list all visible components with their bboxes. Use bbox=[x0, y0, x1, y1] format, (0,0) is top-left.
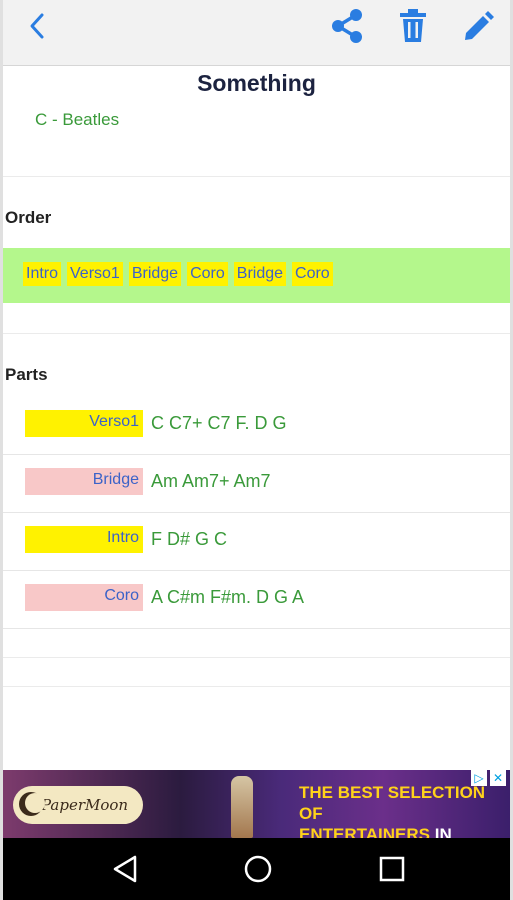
delete-button[interactable] bbox=[391, 4, 435, 48]
part-chords: F D# G C bbox=[151, 529, 228, 549]
divider bbox=[3, 333, 510, 334]
order-chip-bridge[interactable]: Bridge bbox=[233, 262, 287, 286]
order-heading: Order bbox=[5, 208, 52, 227]
divider bbox=[3, 686, 510, 687]
back-triangle-icon bbox=[113, 855, 137, 883]
ad-close-icon[interactable]: ✕ bbox=[490, 770, 506, 786]
nav-home-button[interactable] bbox=[236, 850, 280, 888]
ad-line-2: ENTERTAINERS IN VIRGINIA bbox=[299, 824, 499, 838]
ad-banner[interactable]: PaperMoon THE BEST SELECTION OF ENTERTAI… bbox=[3, 770, 510, 838]
moon-icon bbox=[19, 792, 45, 816]
part-row[interactable]: Intro F D# G C bbox=[3, 514, 510, 571]
order-chip-coro[interactable]: Coro bbox=[187, 262, 228, 286]
song-subtitle: C - Beatles bbox=[35, 110, 120, 129]
order-chip-coro[interactable]: Coro bbox=[292, 262, 333, 286]
divider bbox=[3, 176, 510, 177]
divider bbox=[3, 657, 510, 658]
ad-line-2a: ENTERTAINERS bbox=[299, 825, 430, 838]
trash-icon bbox=[400, 9, 426, 42]
share-icon bbox=[332, 9, 362, 43]
app-screen: Something C - Beatles Order Intro Verso1… bbox=[0, 0, 513, 900]
part-row[interactable]: Verso1 C C7+ C7 F. D G bbox=[3, 398, 510, 455]
part-row[interactable]: Coro A C#m F#m. D G A bbox=[3, 572, 510, 629]
edit-button[interactable] bbox=[457, 4, 501, 48]
song-title: Something bbox=[197, 70, 316, 96]
order-list: Intro Verso1 Bridge Coro Bridge Coro bbox=[23, 262, 333, 286]
part-label: Coro bbox=[25, 584, 143, 611]
ad-headline: THE BEST SELECTION OF ENTERTAINERS IN VI… bbox=[299, 782, 499, 838]
ad-brand: PaperMoon bbox=[41, 796, 129, 814]
nav-back-button[interactable] bbox=[103, 850, 147, 888]
share-button[interactable] bbox=[325, 4, 369, 48]
ad-performer-image bbox=[231, 776, 253, 838]
toolbar bbox=[3, 0, 510, 66]
part-chords: C C7+ C7 F. D G bbox=[151, 413, 287, 433]
part-label: Verso1 bbox=[25, 410, 143, 437]
ad-logo: PaperMoon bbox=[13, 786, 143, 824]
part-row[interactable]: Bridge Am Am7+ Am7 bbox=[3, 456, 510, 513]
ad-line-1: THE BEST SELECTION OF bbox=[299, 783, 486, 823]
recents-square-icon bbox=[379, 856, 405, 882]
part-chords: A C#m F#m. D G A bbox=[151, 587, 305, 607]
ad-choices-icon: ▷ bbox=[471, 770, 487, 786]
parts-heading: Parts bbox=[5, 365, 48, 384]
home-circle-icon bbox=[244, 855, 272, 883]
ad-choices[interactable]: ▷ ✕ bbox=[471, 770, 506, 786]
order-chip-bridge[interactable]: Bridge bbox=[128, 262, 182, 286]
part-label: Bridge bbox=[25, 468, 143, 495]
order-chip-verso1[interactable]: Verso1 bbox=[67, 262, 123, 286]
system-nav-bar bbox=[3, 838, 510, 900]
back-chevron-icon bbox=[30, 13, 44, 39]
part-label: Intro bbox=[25, 526, 143, 553]
nav-recents-button[interactable] bbox=[370, 850, 414, 888]
back-button[interactable] bbox=[15, 4, 59, 48]
edit-pencil-icon bbox=[465, 11, 494, 40]
part-chords: Am Am7+ Am7 bbox=[151, 471, 271, 491]
order-chip-intro[interactable]: Intro bbox=[23, 262, 62, 286]
